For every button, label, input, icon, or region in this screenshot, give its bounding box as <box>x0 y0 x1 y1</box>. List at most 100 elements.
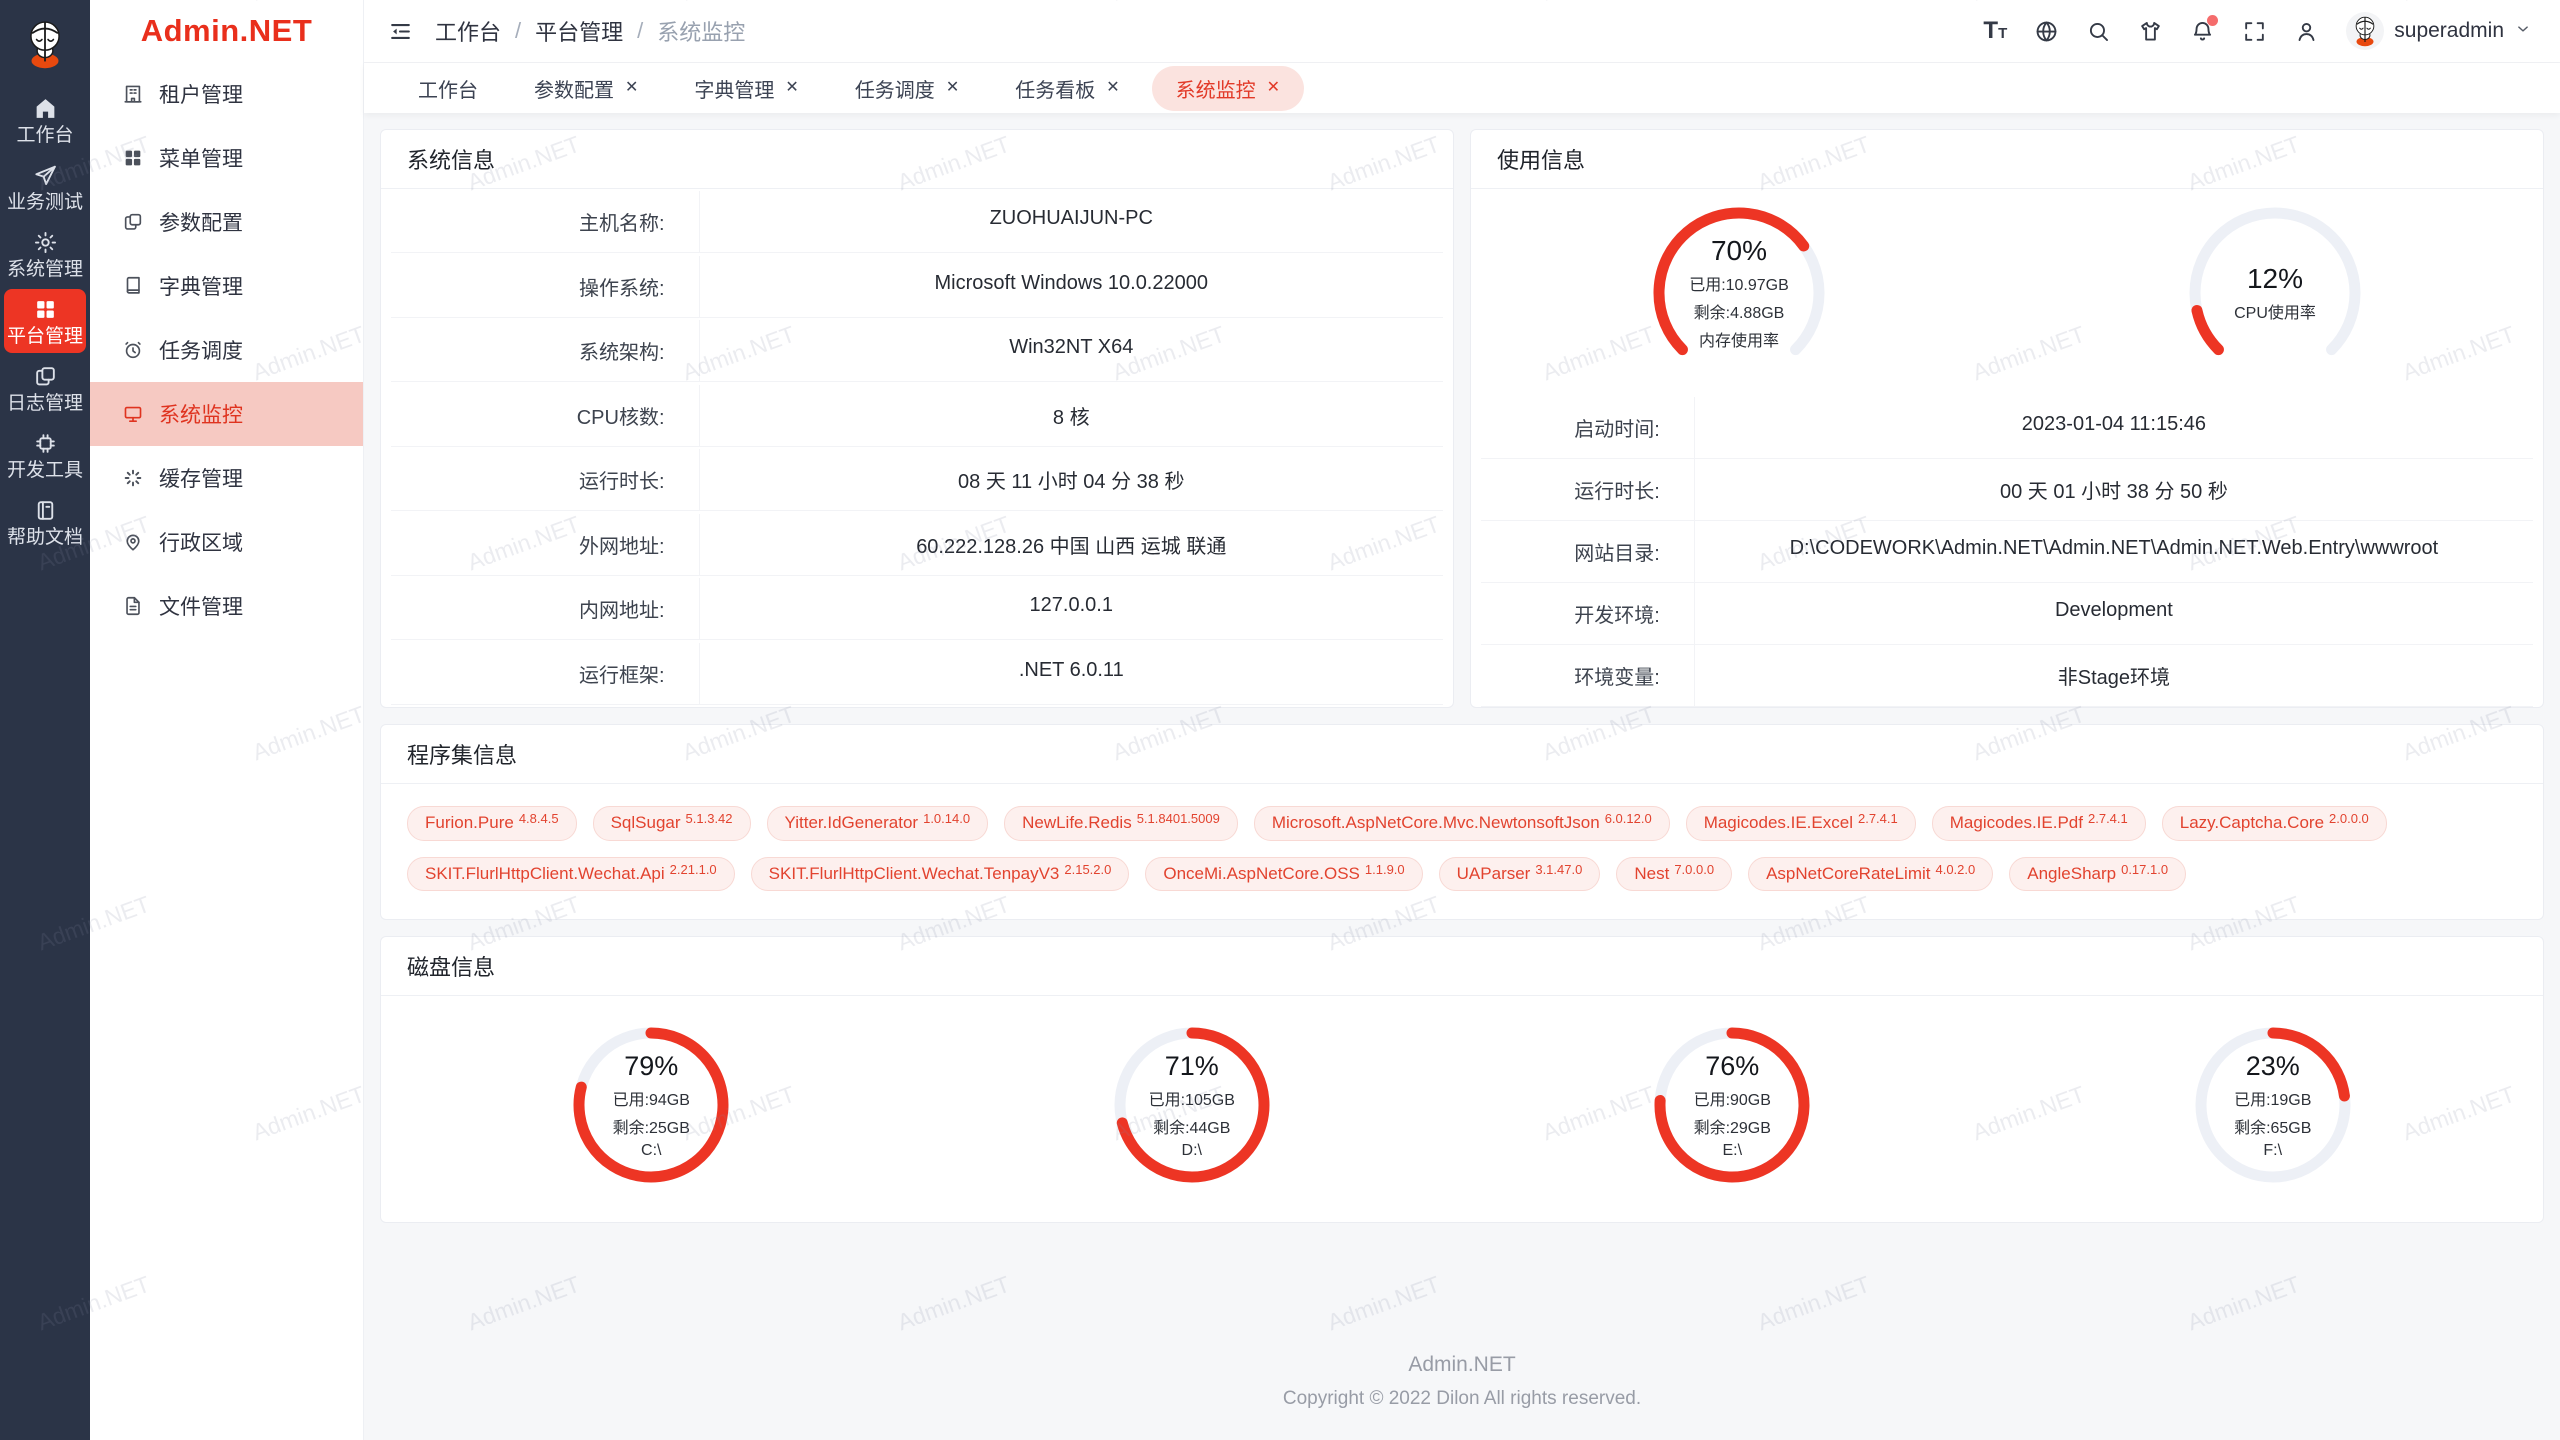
sidebar-item-tenant-mgmt[interactable]: 租户管理 <box>90 62 363 126</box>
secondary-sidebar-nav: 租户管理菜单管理参数配置字典管理任务调度系统监控缓存管理行政区域文件管理 <box>90 62 363 638</box>
info-row-label: 操作系统: <box>391 256 699 318</box>
assembly-tag: Furion.Pure4.8.4.5 <box>407 806 577 841</box>
close-icon[interactable]: ✕ <box>1267 80 1280 96</box>
sidebar-item-admin-region[interactable]: 行政区域 <box>90 510 363 574</box>
sidebar-item-param-config[interactable]: 参数配置 <box>90 190 363 254</box>
gauge-detail: CPU使用率 <box>2234 299 2316 323</box>
rail-item-help-docs[interactable]: 帮助文档 <box>4 490 86 554</box>
tab-system-monitor[interactable]: 系统监控✕ <box>1152 66 1304 111</box>
close-icon[interactable]: ✕ <box>1106 80 1119 96</box>
assembly-tag: OnceMi.AspNetCore.OSS1.1.9.0 <box>1145 857 1422 892</box>
info-row: 内网地址:127.0.0.1 <box>391 578 1443 640</box>
assembly-name: UAParser <box>1457 865 1531 884</box>
rail-item-system-mgmt[interactable]: 系统管理 <box>4 222 86 286</box>
disk-info-title: 磁盘信息 <box>381 937 2543 996</box>
assembly-version: 5.1.3.42 <box>686 812 733 826</box>
sidebar-item-cache-mgmt[interactable]: 缓存管理 <box>90 446 363 510</box>
tab-label: 参数配置 <box>534 74 614 103</box>
language-icon[interactable] <box>2034 19 2059 44</box>
info-row-value: 2023-01-04 11:15:46 <box>1694 397 2533 459</box>
gear-icon <box>33 230 58 255</box>
tab-label: 任务调度 <box>855 74 935 103</box>
user-menu[interactable]: superadmin <box>2346 12 2532 50</box>
rail-item-business-test[interactable]: 业务测试 <box>4 155 86 219</box>
font-size-icon[interactable]: TT <box>1983 19 2007 43</box>
sidebar-item-label: 行政区域 <box>159 527 243 557</box>
breadcrumb-item[interactable]: 平台管理 <box>535 15 623 47</box>
breadcrumb-separator: / <box>637 18 643 44</box>
disk-drive: D:\ <box>1182 1142 1202 1160</box>
rail-item-log-mgmt[interactable]: 日志管理 <box>4 356 86 420</box>
info-row-value: D:\CODEWORK\Admin.NET\Admin.NET\Admin.NE… <box>1694 521 2533 583</box>
rail-item-label: 业务测试 <box>7 193 83 212</box>
tab-task-board[interactable]: 任务看板✕ <box>991 66 1143 111</box>
breadcrumb-item[interactable]: 工作台 <box>435 15 501 47</box>
assembly-version: 0.17.1.0 <box>2121 863 2168 877</box>
sidebar-item-label: 系统监控 <box>159 399 243 429</box>
assembly-tag: Magicodes.IE.Excel 2.7.4.1 <box>1686 806 1916 841</box>
chevron-down-icon <box>2514 20 2532 43</box>
assembly-version: 2.7.4.1 <box>1858 812 1898 826</box>
copy-icon <box>33 364 58 389</box>
assembly-name: Magicodes.IE.Excel <box>1704 814 1853 833</box>
disk-text: 79%已用:94GB剩余:25GBC:\ <box>568 1022 734 1188</box>
assembly-name: Microsoft.AspNetCore.Mvc.NewtonsoftJson <box>1272 814 1600 833</box>
info-row-label: 环境变量: <box>1481 645 1694 707</box>
bell-icon[interactable] <box>2190 19 2215 44</box>
brand-logo-text[interactable]: Admin.NET <box>90 0 363 62</box>
tab-dict-mgmt[interactable]: 字典管理✕ <box>670 66 822 111</box>
info-row-label: 启动时间: <box>1481 397 1694 459</box>
rail-item-dev-tools[interactable]: 开发工具 <box>4 423 86 487</box>
assembly-tag: UAParser3.1.47.0 <box>1439 857 1601 892</box>
search-icon[interactable] <box>2086 19 2111 44</box>
sidebar-item-label: 菜单管理 <box>159 143 243 173</box>
rail-item-label: 平台管理 <box>7 327 83 346</box>
tab-task-schedule[interactable]: 任务调度 ✕ <box>831 66 983 111</box>
tab-param-config[interactable]: 参数配置 ✕ <box>510 66 662 111</box>
assembly-name: Lazy.Captcha.Core <box>2180 814 2324 833</box>
close-icon[interactable]: ✕ <box>785 80 798 96</box>
gauge-percent: 70% <box>1711 235 1767 267</box>
rail-item-workbench[interactable]: 工作台 <box>4 88 86 152</box>
home-icon <box>33 96 58 121</box>
fullscreen-icon[interactable] <box>2242 19 2267 44</box>
collapse-menu-icon[interactable] <box>388 19 413 44</box>
theme-icon[interactable] <box>2138 19 2163 44</box>
disk-gauge-row: 79%已用:94GB剩余:25GBC:\71%已用:105GB剩余:44GBD:… <box>381 996 2543 1222</box>
close-icon[interactable]: ✕ <box>946 80 959 96</box>
info-row: CPU核数:8 核 <box>391 385 1443 447</box>
assembly-name: SqlSugar <box>611 814 681 833</box>
info-row-label: 运行时长: <box>391 449 699 511</box>
gauge-detail: 剩余:4.88GB <box>1694 299 1785 323</box>
usage-info-card: 使用信息 70%已用:10.97GB剩余:4.88GB内存使用率12%CPU使用… <box>1470 129 2544 708</box>
sidebar-item-menu-mgmt[interactable]: 菜单管理 <box>90 126 363 190</box>
profile-icon[interactable] <box>2294 19 2319 44</box>
disk-used: 已用:90GB <box>1694 1086 1771 1110</box>
sidebar-item-task-schedule[interactable]: 任务调度 <box>90 318 363 382</box>
paper-plane-icon <box>33 163 58 188</box>
app-logo-mascot[interactable] <box>18 0 72 88</box>
tab-workbench[interactable]: 工作台 <box>394 66 502 111</box>
rail-item-label: 开发工具 <box>7 461 83 480</box>
rail-item-platform-mgmt[interactable]: 平台管理 <box>4 289 86 353</box>
tab-bar: 工作台参数配置✕字典管理✕任务调度✕任务看板✕系统监控✕ <box>364 63 2560 113</box>
assembly-version: 4.8.4.5 <box>519 812 559 826</box>
info-row-label: 内网地址: <box>391 578 699 640</box>
info-row-label: 外网地址: <box>391 514 699 576</box>
top-cards-row: 系统信息 主机名称:ZUOHUAIJUN-PC操作系统:Microsoft Wi… <box>380 129 2544 708</box>
alarm-icon <box>122 339 144 361</box>
sidebar-item-system-monitor[interactable]: 系统监控 <box>90 382 363 446</box>
usage-info-title: 使用信息 <box>1471 130 2543 189</box>
disk-text: 23%已用:19GB剩余:65GBF:\ <box>2190 1022 2356 1188</box>
info-row-value: Development <box>1694 583 2533 645</box>
disk-text: 76%已用:90GB剩余:29GBE:\ <box>1649 1022 1815 1188</box>
sidebar-item-label: 租户管理 <box>159 79 243 109</box>
info-row-label: CPU核数: <box>391 385 699 447</box>
assembly-tag: SKIT.FlurlHttpClient.Wechat.TenpayV32.15… <box>751 857 1130 892</box>
sidebar-item-dict-mgmt[interactable]: 字典管理 <box>90 254 363 318</box>
system-info-table: 主机名称:ZUOHUAIJUN-PC操作系统:Microsoft Windows… <box>381 189 1453 707</box>
assembly-tag: AspNetCoreRateLimit4.0.2.0 <box>1748 857 1993 892</box>
rail-item-label: 工作台 <box>16 126 73 145</box>
close-icon[interactable]: ✕ <box>625 80 638 96</box>
sidebar-item-file-mgmt[interactable]: 文件管理 <box>90 574 363 638</box>
